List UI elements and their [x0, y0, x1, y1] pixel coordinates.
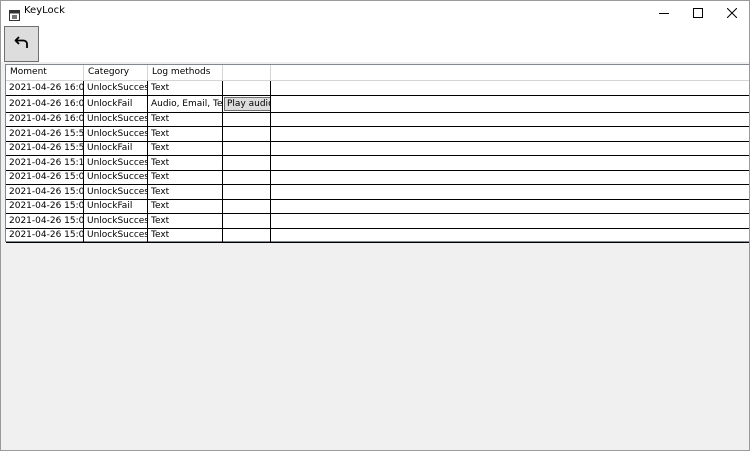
table-row[interactable]: 2021-04-26 15:07 UnlockFail Text [6, 199, 749, 214]
cell-category: UnlockSuccess [84, 170, 148, 184]
table-row[interactable]: 2021-04-26 16:02 UnlockFail Audio, Email, … [6, 95, 749, 113]
table-row[interactable]: 2021-04-26 15:08 UnlockSuccess Text [6, 185, 749, 200]
log-table[interactable]: Moment Category Log methods 2021-04-26 1… [5, 64, 749, 243]
cell-action [223, 156, 271, 170]
minimize-icon [659, 3, 669, 22]
cell-category: UnlockSuccess [84, 156, 148, 170]
cell-log-methods: Text [148, 112, 223, 126]
back-button[interactable] [4, 26, 39, 62]
table-row[interactable]: 2021-04-26 15:09 UnlockSuccess Text [6, 170, 749, 185]
cell-filler [271, 113, 749, 127]
table-row[interactable]: 2021-04-26 15:00 UnlockSuccess Text [6, 228, 749, 243]
cell-filler [271, 127, 749, 141]
cell-filler [271, 171, 749, 185]
cell-category: UnlockSuccess [84, 81, 148, 95]
cell-category: UnlockFail [84, 95, 148, 112]
cell-action [223, 112, 271, 126]
close-button[interactable] [715, 1, 749, 23]
cell-log-methods: Text [148, 170, 223, 184]
cell-moment: 2021-04-26 15:54 [6, 127, 84, 141]
minimize-button[interactable] [647, 1, 681, 23]
cell-moment: 2021-04-26 16:02 [6, 81, 84, 95]
cell-log-methods: Text [148, 214, 223, 228]
table-body: 2021-04-26 16:02 UnlockSuccess Text 2021-04… [6, 81, 749, 243]
cell-log-methods: Audio, Email, Text [148, 95, 223, 112]
close-icon [726, 3, 738, 22]
cell-filler [271, 214, 749, 228]
cell-category: UnlockSuccess [84, 214, 148, 228]
cell-filler [271, 156, 749, 170]
cell-category: UnlockSuccess [84, 228, 148, 242]
cell-log-methods: Text [148, 199, 223, 213]
cell-log-methods: Text [148, 127, 223, 141]
cell-action [223, 127, 271, 141]
cell-moment: 2021-04-26 15:07 [6, 199, 84, 213]
cell-category: UnlockFail [84, 199, 148, 213]
cell-category: UnlockSuccess [84, 127, 148, 141]
table-row[interactable]: 2021-04-26 15:54 UnlockSuccess Text [6, 127, 749, 142]
cell-moment: 2021-04-26 15:08 [6, 185, 84, 199]
cell-category: UnlockSuccess [84, 185, 148, 199]
cell-filler [271, 185, 749, 199]
table-row[interactable]: 2021-04-26 15:06 UnlockSuccess Text [6, 214, 749, 229]
table-row[interactable]: 2021-04-26 15:54 UnlockFail Text [6, 141, 749, 156]
column-header-log-methods[interactable]: Log methods [148, 65, 223, 80]
cell-filler [271, 96, 749, 112]
cell-action [223, 199, 271, 213]
maximize-icon [693, 3, 703, 22]
column-header-moment[interactable]: Moment [6, 65, 84, 80]
toolbar [1, 23, 749, 62]
undo-arrow-icon [14, 34, 30, 54]
cell-category: UnlockFail [84, 141, 148, 155]
cell-filler [271, 142, 749, 156]
cell-action [223, 185, 271, 199]
cell-log-methods: Text [148, 228, 223, 242]
cell-log-methods: Text [148, 156, 223, 170]
cell-log-methods: Text [148, 141, 223, 155]
table-header: Moment Category Log methods [6, 65, 749, 81]
cell-action [223, 141, 271, 155]
cell-log-methods: Text [148, 185, 223, 199]
cell-category: UnlockSuccess [84, 112, 148, 126]
content-area: Moment Category Log methods 2021-04-26 1… [1, 62, 749, 450]
cell-action [223, 214, 271, 228]
cell-filler [271, 200, 749, 214]
cell-moment: 2021-04-26 16:02 [6, 95, 84, 112]
column-header-action[interactable] [223, 65, 271, 80]
play-audio-button[interactable]: Play audio [224, 96, 270, 111]
title-bar[interactable]: KeyLock [1, 1, 749, 23]
cell-filler [271, 229, 749, 243]
window-title: KeyLock [24, 5, 65, 16]
cell-moment: 2021-04-26 15:09 [6, 170, 84, 184]
table-row[interactable]: 2021-04-26 15:10 UnlockSuccess Text [6, 156, 749, 171]
column-header-filler [271, 65, 749, 80]
cell-moment: 2021-04-26 15:54 [6, 141, 84, 155]
cell-moment: 2021-04-26 16:01 [6, 112, 84, 126]
app-window-icon [9, 6, 20, 21]
table-row[interactable]: 2021-04-26 16:02 UnlockSuccess Text [6, 81, 749, 96]
cell-filler [271, 81, 749, 95]
table-row[interactable]: 2021-04-26 16:01 UnlockSuccess Text [6, 112, 749, 127]
app-window: KeyLock Moment Category Log methods 2021… [0, 0, 750, 451]
cell-action [223, 170, 271, 184]
cell-moment: 2021-04-26 15:06 [6, 214, 84, 228]
cell-action [223, 228, 271, 242]
cell-moment: 2021-04-26 15:00 [6, 228, 84, 242]
cell-action: Play audio [223, 95, 271, 112]
cell-moment: 2021-04-26 15:10 [6, 156, 84, 170]
cell-action [223, 81, 271, 95]
cell-log-methods: Text [148, 81, 223, 95]
column-header-category[interactable]: Category [84, 65, 148, 80]
maximize-button[interactable] [681, 1, 715, 23]
